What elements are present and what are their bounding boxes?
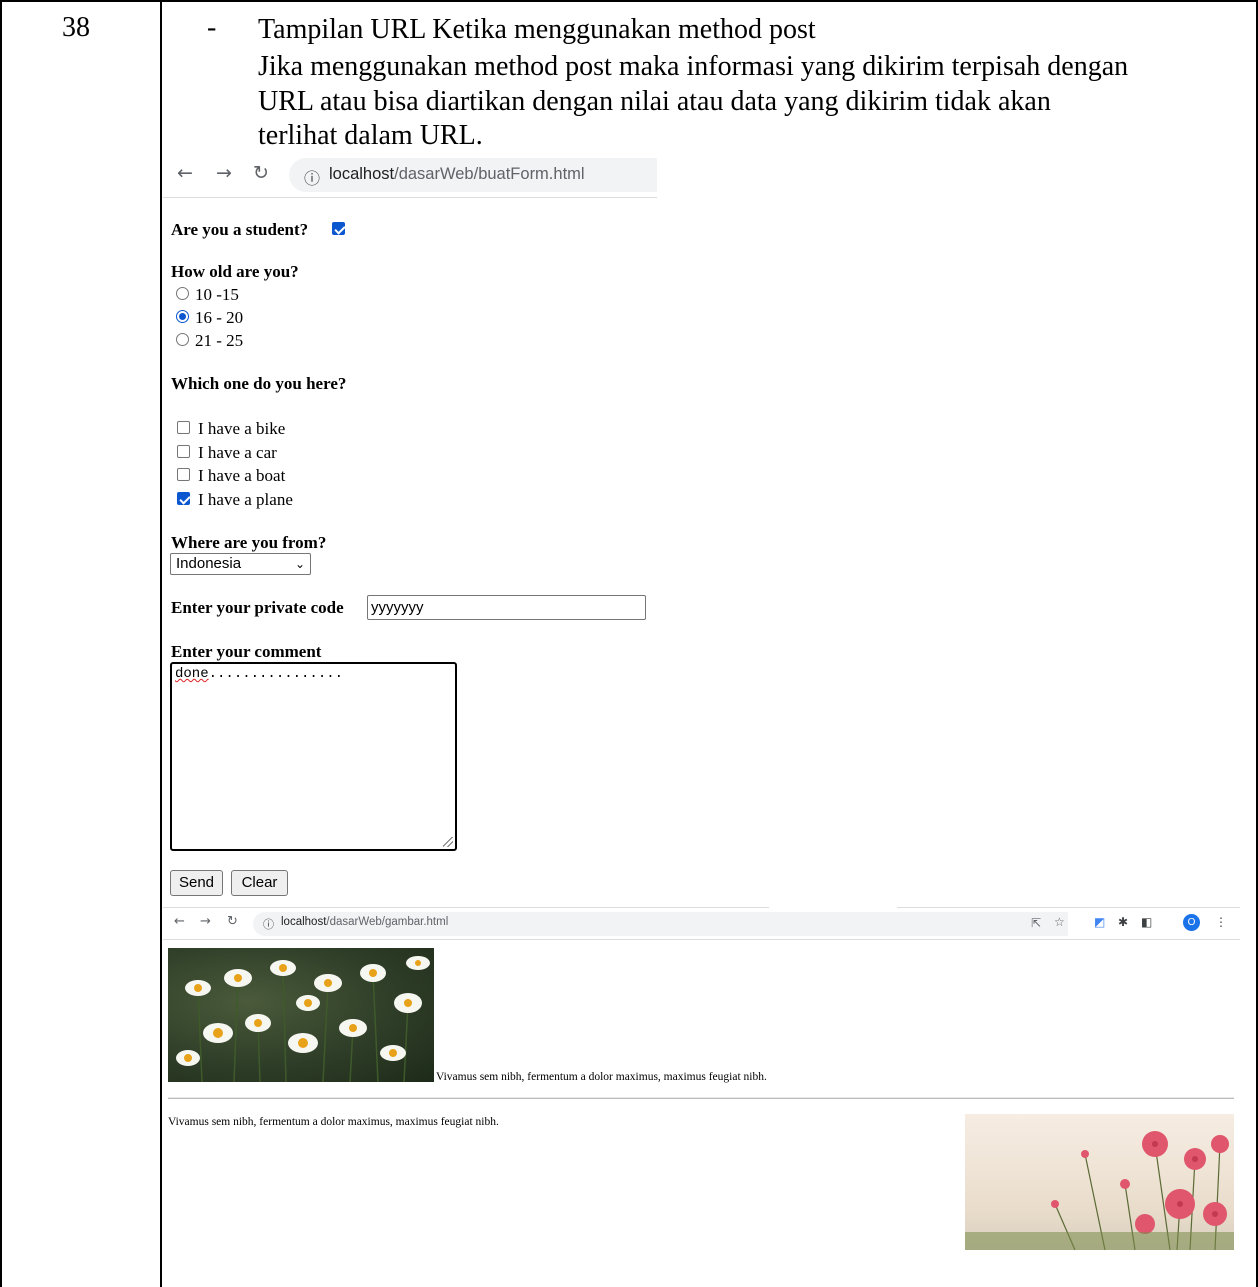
- reload-icon[interactable]: ↻: [227, 914, 238, 929]
- description-line-2: Jika menggunakan method post maka inform…: [258, 51, 1129, 82]
- menu-icon[interactable]: ⋮: [1215, 915, 1227, 929]
- send-button[interactable]: Send: [170, 870, 223, 896]
- country-select[interactable]: Indonesia ⌄: [170, 553, 311, 575]
- side-panel-icon[interactable]: ◧: [1141, 915, 1152, 929]
- comment-text: done: [175, 666, 209, 682]
- chevron-down-icon: ⌄: [294, 557, 305, 571]
- translate-icon[interactable]: ◩: [1094, 915, 1105, 929]
- student-checkbox[interactable]: [332, 222, 345, 235]
- address-url: localhost/dasarWeb/buatForm.html: [329, 165, 585, 183]
- age-radio-21-25[interactable]: [176, 333, 189, 346]
- age-option-label: 16 - 20: [195, 308, 244, 327]
- country-select-value: Indonesia: [176, 555, 242, 572]
- age-option-label: 10 -15: [195, 285, 239, 304]
- info-icon[interactable]: ⓘ: [263, 916, 274, 932]
- student-question: Are you a student?: [171, 220, 309, 239]
- code-label: Enter your private code: [171, 598, 344, 617]
- bullet-dash: -: [207, 12, 217, 43]
- reload-icon[interactable]: ↻: [253, 162, 269, 184]
- car-checkbox[interactable]: [177, 445, 190, 458]
- vehicle-option-label: I have a plane: [198, 490, 293, 509]
- share-icon[interactable]: ⇱: [1031, 916, 1041, 930]
- age-radio-10-15[interactable]: [176, 287, 189, 300]
- image-caption-right: Vivamus sem nibh, fermentum a dolor maxi…: [436, 1071, 767, 1083]
- resize-handle-icon[interactable]: [443, 837, 453, 847]
- back-arrow-icon[interactable]: ←: [177, 162, 193, 184]
- image-page-screenshot: ← → ↻ ⓘ localhost/dasarWeb/gambar.html ⇱…: [163, 904, 1240, 1284]
- comment-textarea[interactable]: done................: [170, 662, 457, 851]
- form-page-screenshot: ← → ↻ ⓘ localhost/dasarWeb/buatForm.html…: [163, 152, 657, 902]
- address-bar[interactable]: ⓘ localhost/dasarWeb/gambar.html ⇱ ☆: [253, 912, 1068, 936]
- horizontal-rule: [168, 1097, 1234, 1099]
- browser-toolbar: ← → ↻ ⓘ localhost/dasarWeb/buatForm.html: [163, 152, 657, 198]
- address-bar[interactable]: ⓘ localhost/dasarWeb/buatForm.html: [289, 158, 657, 192]
- vehicle-question: Which one do you here?: [171, 374, 347, 393]
- description-line-1: Tampilan URL Ketika menggunakan method p…: [258, 14, 816, 45]
- bike-checkbox[interactable]: [177, 421, 190, 434]
- age-question: How old are you?: [171, 262, 299, 281]
- image-caption-left: Vivamus sem nibh, fermentum a dolor maxi…: [168, 1116, 499, 1128]
- address-url: localhost/dasarWeb/gambar.html: [281, 916, 449, 928]
- row-number: 38: [62, 12, 90, 43]
- extensions-icon[interactable]: ✱: [1118, 915, 1128, 929]
- private-code-input[interactable]: yyyyyyy: [367, 595, 646, 620]
- forward-arrow-icon[interactable]: →: [216, 162, 232, 184]
- country-question: Where are you from?: [171, 533, 327, 552]
- cosmos-flowers-image: [965, 1114, 1234, 1250]
- comment-dots: ................: [208, 666, 344, 682]
- daisy-flowers-image: [168, 948, 434, 1082]
- age-option-label: 21 - 25: [195, 331, 244, 350]
- info-icon[interactable]: ⓘ: [304, 165, 320, 189]
- vehicle-option-label: I have a car: [198, 443, 277, 462]
- age-radio-16-20[interactable]: [176, 310, 189, 323]
- plane-checkbox[interactable]: [177, 492, 190, 505]
- description-line-4: terlihat dalam URL.: [258, 120, 483, 151]
- description-line-3: URL atau bisa diartikan dengan nilai ata…: [258, 86, 1051, 117]
- clear-button[interactable]: Clear: [231, 870, 288, 896]
- column-divider: [160, 0, 162, 1287]
- boat-checkbox[interactable]: [177, 468, 190, 481]
- browser-toolbar: ← → ↻ ⓘ localhost/dasarWeb/gambar.html ⇱…: [163, 906, 1240, 940]
- star-icon[interactable]: ☆: [1054, 915, 1065, 929]
- comment-label: Enter your comment: [171, 642, 322, 661]
- forward-arrow-icon[interactable]: →: [200, 914, 211, 929]
- profile-avatar[interactable]: O: [1183, 914, 1200, 931]
- back-arrow-icon[interactable]: ←: [174, 914, 185, 929]
- vehicle-option-label: I have a bike: [198, 419, 286, 438]
- vehicle-option-label: I have a boat: [198, 466, 286, 485]
